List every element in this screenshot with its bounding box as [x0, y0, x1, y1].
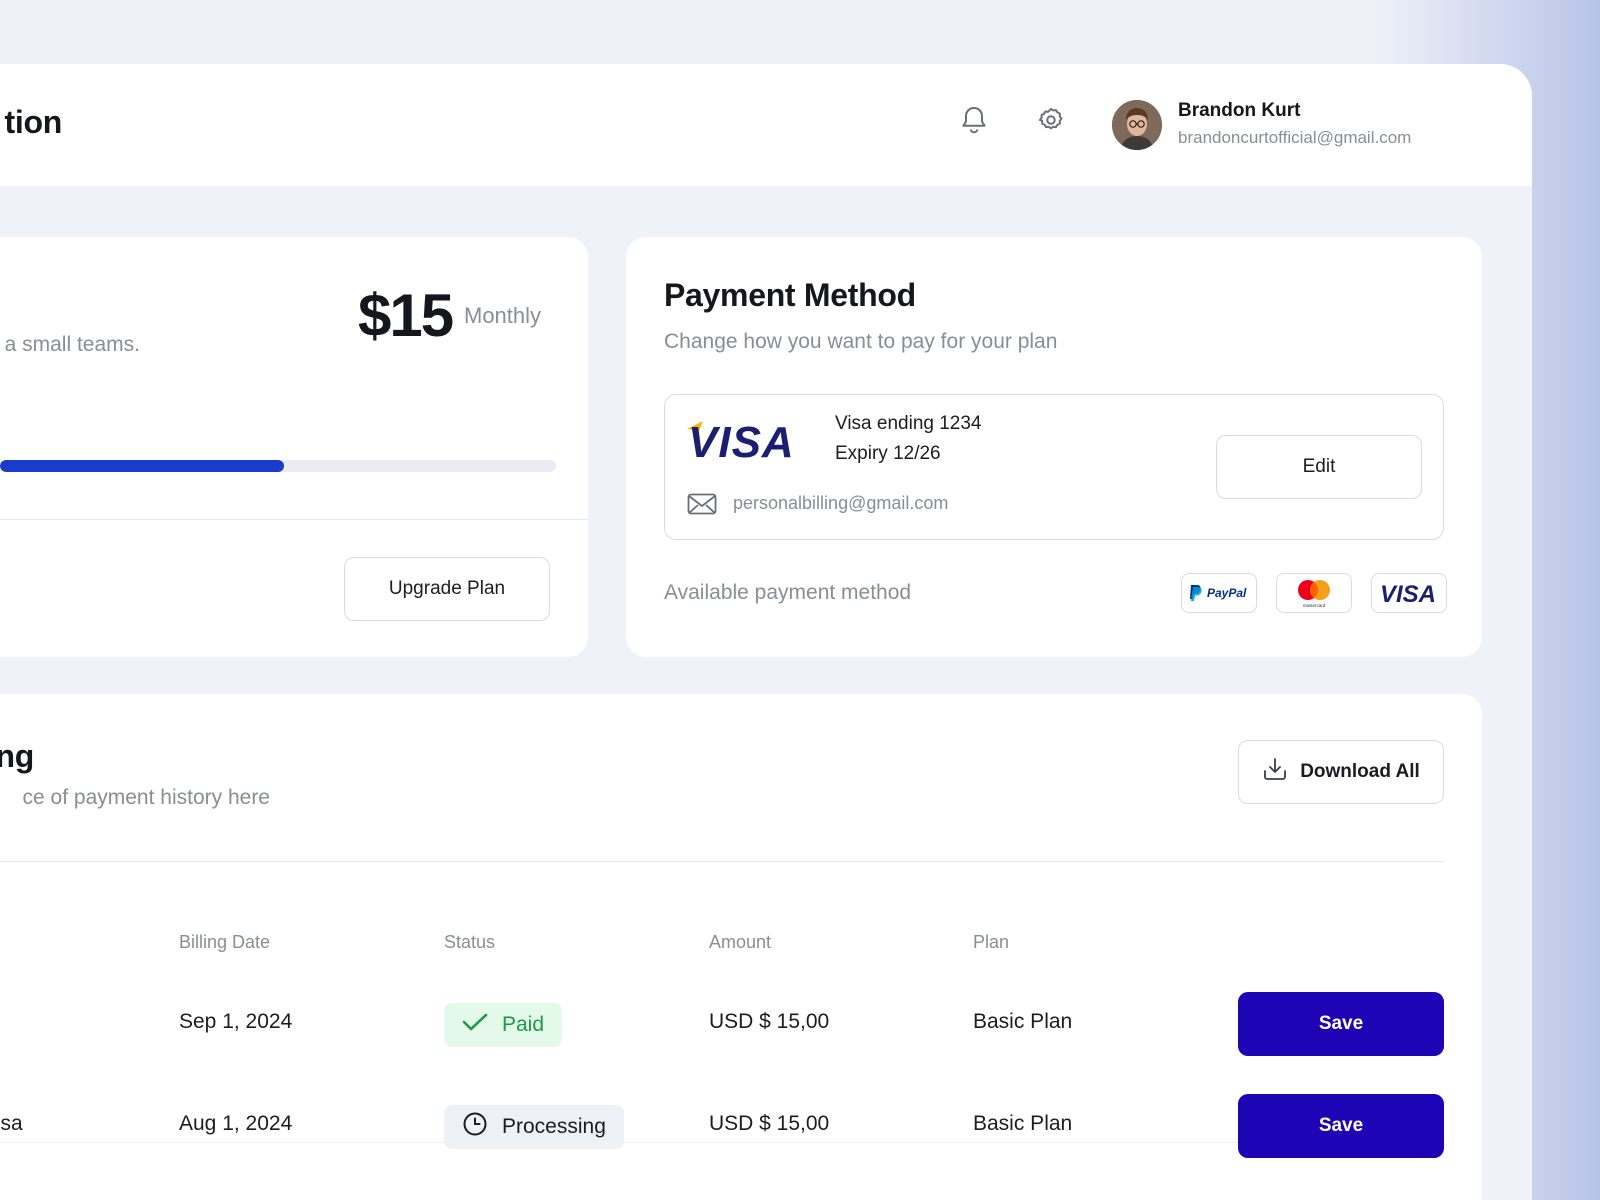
notification-bell-icon[interactable] [958, 104, 990, 136]
current-plan-card: a small teams. $15 Monthly Upgrade Plan [0, 237, 588, 657]
plan-cell: Basic Plan [973, 1010, 1073, 1033]
user-email: brandoncurtofficial@gmail.com [1178, 128, 1412, 147]
payment-method-title: Payment Method [664, 277, 916, 313]
amount-cell: USD $ 15,00 [709, 1010, 830, 1033]
app-window: tion Brandon Kurt brandoncurtofficial@gm… [0, 64, 1532, 1200]
column-header-billing-date[interactable]: Billing Date [179, 932, 270, 953]
plan-usage-progress-fill [0, 460, 284, 472]
invoicing-card: icing ce of payment history here Downloa… [0, 694, 1482, 1200]
plan-cell: Basic Plan [973, 1112, 1073, 1135]
invoice-name-cell: ssa [0, 1112, 23, 1135]
status-label: Paid [502, 1013, 545, 1036]
svg-text:VISA: VISA [1380, 581, 1436, 606]
plan-period: Monthly [464, 303, 542, 328]
status-badge-processing: Processing [444, 1105, 624, 1149]
amount-cell: USD $ 15,00 [709, 1112, 830, 1135]
check-icon [462, 1012, 488, 1038]
svg-text:PayPal: PayPal [1207, 586, 1247, 600]
billing-date-cell: Sep 1, 2024 [179, 1010, 293, 1033]
svg-text:VISA: VISA [688, 418, 795, 463]
clock-icon [462, 1111, 488, 1143]
invoicing-divider [0, 861, 1444, 862]
download-icon [1262, 756, 1288, 788]
card-ending: Visa ending 1234 [835, 413, 982, 434]
available-methods-label: Available payment method [664, 581, 912, 604]
card-expiry: Expiry 12/26 [835, 443, 941, 464]
payment-method-card: Payment Method Change how you want to pa… [626, 237, 1482, 657]
visa-method-logo-icon[interactable]: VISA [1371, 573, 1447, 613]
download-all-button[interactable]: Download All [1238, 740, 1444, 804]
billing-date-cell: Aug 1, 2024 [179, 1112, 293, 1135]
invoicing-subtitle: ce of payment history here [22, 786, 270, 809]
column-header-plan[interactable]: Plan [973, 932, 1009, 953]
mail-icon [687, 493, 717, 520]
status-label: Processing [502, 1115, 606, 1138]
status-badge-paid: Paid [444, 1003, 563, 1047]
billing-email: personalbilling@gmail.com [733, 493, 949, 513]
top-bar: tion Brandon Kurt brandoncurtofficial@gm… [0, 64, 1532, 186]
user-name: Brandon Kurt [1178, 100, 1301, 121]
column-header-amount[interactable]: Amount [709, 932, 771, 953]
settings-gear-icon[interactable] [1035, 104, 1067, 136]
user-avatar[interactable] [1112, 100, 1162, 150]
paypal-logo-icon[interactable]: PayPal [1181, 573, 1257, 613]
download-all-label: Download All [1300, 761, 1420, 782]
save-invoice-button[interactable]: Save [1238, 1094, 1444, 1158]
payment-method-subtitle: Change how you want to pay for your plan [664, 330, 1058, 353]
visa-logo-icon: VISA [685, 417, 797, 468]
plan-usage-progress [0, 460, 556, 472]
plan-description: a small teams. [4, 333, 140, 356]
column-header-status[interactable]: Status [444, 932, 495, 953]
upgrade-plan-button[interactable]: Upgrade Plan [344, 557, 550, 621]
row-divider [0, 1142, 1444, 1143]
plan-divider [0, 519, 588, 520]
mastercard-logo-icon[interactable]: mastercard [1276, 573, 1352, 613]
svg-text:mastercard: mastercard [1303, 603, 1326, 608]
save-invoice-button[interactable]: Save [1238, 992, 1444, 1056]
page-title: tion [4, 104, 63, 140]
invoicing-title: icing [0, 738, 34, 774]
plan-price: $15 [358, 282, 454, 349]
saved-card: VISA Visa ending 1234 Expiry 12/26 perso… [664, 394, 1444, 540]
edit-card-button[interactable]: Edit [1216, 435, 1422, 499]
